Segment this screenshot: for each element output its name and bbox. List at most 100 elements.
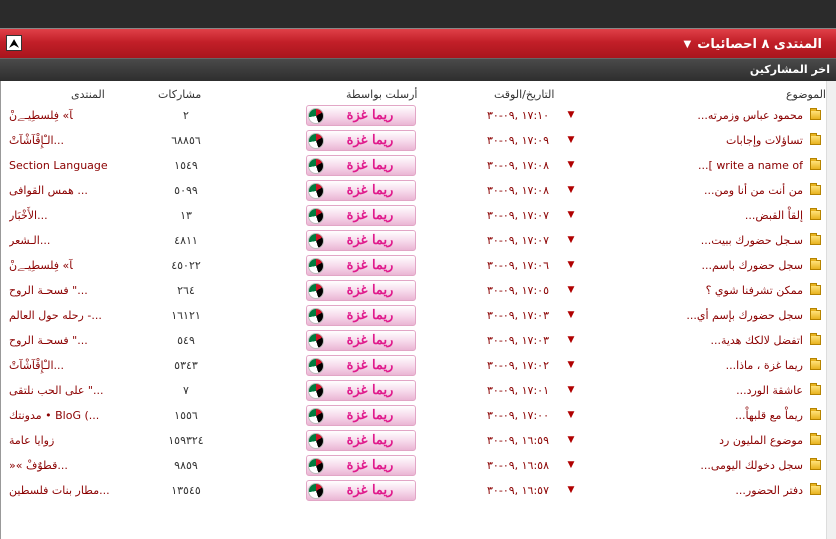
last-post-icon[interactable]: ▼ [566, 478, 576, 503]
user-badge[interactable]: ريما غزة [306, 330, 416, 351]
last-post-icon[interactable]: ▼ [566, 353, 576, 378]
forum-link[interactable]: فسحـة الروح "... [9, 278, 109, 303]
last-post-icon[interactable]: ▼ [566, 378, 576, 403]
forum-link[interactable]: مطار بنات فلسطين... [9, 478, 109, 503]
user-badge[interactable]: ريما غزة [306, 130, 416, 151]
topic-link[interactable]: سجل حضورك بإسم أي... [603, 303, 803, 328]
top-strip [0, 0, 836, 28]
post-datetime: ١٧:٠٦ ,٠٩-٣٠ [487, 259, 549, 272]
user-name: ريما غزة [346, 458, 394, 473]
user-badge[interactable]: ريما غزة [306, 430, 416, 451]
user-badge[interactable]: ريما غزة [306, 105, 416, 126]
stats-header-bar: ⮝ المنتدى ٨ احصائيات ▼ [0, 28, 836, 58]
folder-icon [810, 458, 821, 470]
user-badge[interactable]: ريما غزة [306, 180, 416, 201]
stats-title-wrap[interactable]: المنتدى ٨ احصائيات ▼ [684, 29, 822, 59]
topic-link[interactable]: اتفضل لالكك هدية... [603, 328, 803, 353]
forum-link[interactable]: »« قطوٌفْ... [9, 453, 109, 478]
topic-link[interactable]: write a name of ]... [603, 153, 803, 178]
palestine-flag-icon [308, 108, 324, 124]
last-post-icon[interactable]: ▼ [566, 328, 576, 353]
last-post-icon[interactable]: ▼ [566, 153, 576, 178]
forum-link[interactable]: ﺂ» فِلسطِيـﮯنْ [9, 103, 109, 128]
forum-link[interactable]: الـشعر... [9, 228, 109, 253]
forum-link[interactable]: زوايا عامة [9, 428, 109, 453]
topic-link[interactable]: من أنت من أنا ومن... [603, 178, 803, 203]
forum-link[interactable]: الأَخْبَار... [9, 203, 109, 228]
post-datetime: ١٧:٠٧ ,٠٩-٣٠ [487, 234, 549, 247]
last-post-icon[interactable]: ▼ [566, 278, 576, 303]
last-post-icon[interactable]: ▼ [566, 403, 576, 428]
user-badge[interactable]: ريما غزة [306, 355, 416, 376]
scrollbar[interactable] [826, 81, 836, 539]
forum-link[interactable]: مدونتك • BloG (... [9, 403, 109, 428]
post-count: ٥٤٩ [177, 334, 195, 347]
topic-link[interactable]: ريما غزة ، ماذا... [603, 353, 803, 378]
forum-link[interactable]: همس القوافى ... [9, 178, 109, 203]
user-badge[interactable]: ريما غزة [306, 280, 416, 301]
column-header-posts: مشاركات [158, 88, 202, 101]
folder-icon [810, 158, 821, 170]
user-badge[interactable]: ريما غزة [306, 205, 416, 226]
table-row: سجل حضورك باسم... ▼ ١٧:٠٦ ,٠٩-٣٠ ريما غزة ٤٥… [1, 253, 827, 278]
last-post-icon[interactable]: ▼ [566, 228, 576, 253]
topic-link[interactable]: ريماْ مع قلبهاْ... [603, 403, 803, 428]
forum-link[interactable]: رحله حول العالم -... [9, 303, 109, 328]
section-title: اخر المشاركين [749, 63, 830, 76]
post-count: ٩٨٥٩ [174, 459, 198, 472]
user-name: ريما غزة [346, 333, 394, 348]
forum-link[interactable]: على الحب نلتقى "... [9, 378, 109, 403]
last-post-icon[interactable]: ▼ [566, 178, 576, 203]
collapse-button[interactable]: ⮝ [6, 35, 22, 51]
forum-link[interactable]: الـْإِقْآشْآتْ... [9, 128, 109, 153]
last-post-icon[interactable]: ▼ [566, 303, 576, 328]
topic-link[interactable]: عاشقة الورد... [603, 378, 803, 403]
folder-icon [810, 308, 821, 320]
post-datetime: ١٦:٥٧ ,٠٩-٣٠ [487, 484, 549, 497]
table-row: محمود عباس وزمرته... ▼ ١٧:١٠ ,٠٩-٣٠ ريما غز… [1, 103, 827, 128]
user-badge[interactable]: ريما غزة [306, 255, 416, 276]
user-badge[interactable]: ريما غزة [306, 155, 416, 176]
user-name: ريما غزة [346, 258, 394, 273]
forum-link[interactable]: الـْإِقْآشْآتْ... [9, 353, 109, 378]
last-post-icon[interactable]: ▼ [566, 203, 576, 228]
user-badge[interactable]: ريما غزة [306, 230, 416, 251]
forum-link[interactable]: ﺂ» فِلسطِيـﮯنْ [9, 253, 109, 278]
last-post-icon[interactable]: ▼ [566, 453, 576, 478]
user-name: ريما غزة [346, 308, 394, 323]
topic-link[interactable]: إلقاْ القبض... [603, 203, 803, 228]
user-badge[interactable]: ريما غزة [306, 455, 416, 476]
dropdown-arrow-icon[interactable]: ▼ [684, 39, 692, 50]
forum-link[interactable]: فسحـة الروح "... [9, 328, 109, 353]
topic-link[interactable]: دفتر الحضور... [603, 478, 803, 503]
palestine-flag-icon [308, 433, 324, 449]
topic-link[interactable]: سـجل حضورك ببيت... [603, 228, 803, 253]
last-post-icon[interactable]: ▼ [566, 103, 576, 128]
topic-link[interactable]: سجل حضورك باسم... [603, 253, 803, 278]
last-post-icon[interactable]: ▼ [566, 253, 576, 278]
user-badge[interactable]: ريما غزة [306, 405, 416, 426]
stats-table: الموضوع التاريخ/الوقت أرسلت بواسطة مشارك… [0, 81, 836, 539]
user-badge[interactable]: ريما غزة [306, 480, 416, 501]
user-badge[interactable]: ريما غزة [306, 305, 416, 326]
last-post-icon[interactable]: ▼ [566, 428, 576, 453]
table-row: write a name of ]... ▼ ١٧:٠٨ ,٠٩-٣٠ ريما غز… [1, 153, 827, 178]
user-badge[interactable]: ريما غزة [306, 380, 416, 401]
forum-link[interactable]: Section Language [9, 153, 109, 178]
topic-link[interactable]: سجل دخولك اليومى... [603, 453, 803, 478]
post-count: ١٥٤٩ [174, 159, 198, 172]
topic-link[interactable]: تساؤلات وإجابات [603, 128, 803, 153]
palestine-flag-icon [308, 258, 324, 274]
post-count: ٤٨١١ [174, 234, 198, 247]
post-count: ١٥٥٦ [174, 409, 198, 422]
last-post-icon[interactable]: ▼ [566, 128, 576, 153]
topic-link[interactable]: موضوع المليون رد [603, 428, 803, 453]
post-count: ٦٨٨٥٦ [171, 134, 201, 147]
topic-link[interactable]: محمود عباس وزمرته... [603, 103, 803, 128]
user-name: ريما غزة [346, 208, 394, 223]
topic-link[interactable]: ممكن تشرفنا شوي ؟ [603, 278, 803, 303]
table-row: موضوع المليون رد ▼ ١٦:٥٩ ,٠٩-٣٠ ريما غزة ١٥٩… [1, 428, 827, 453]
table-row: عاشقة الورد... ▼ ١٧:٠١ ,٠٩-٣٠ ريما غزة ٧ على … [1, 378, 827, 403]
folder-icon [810, 333, 821, 345]
post-count: ٢ [183, 109, 189, 122]
